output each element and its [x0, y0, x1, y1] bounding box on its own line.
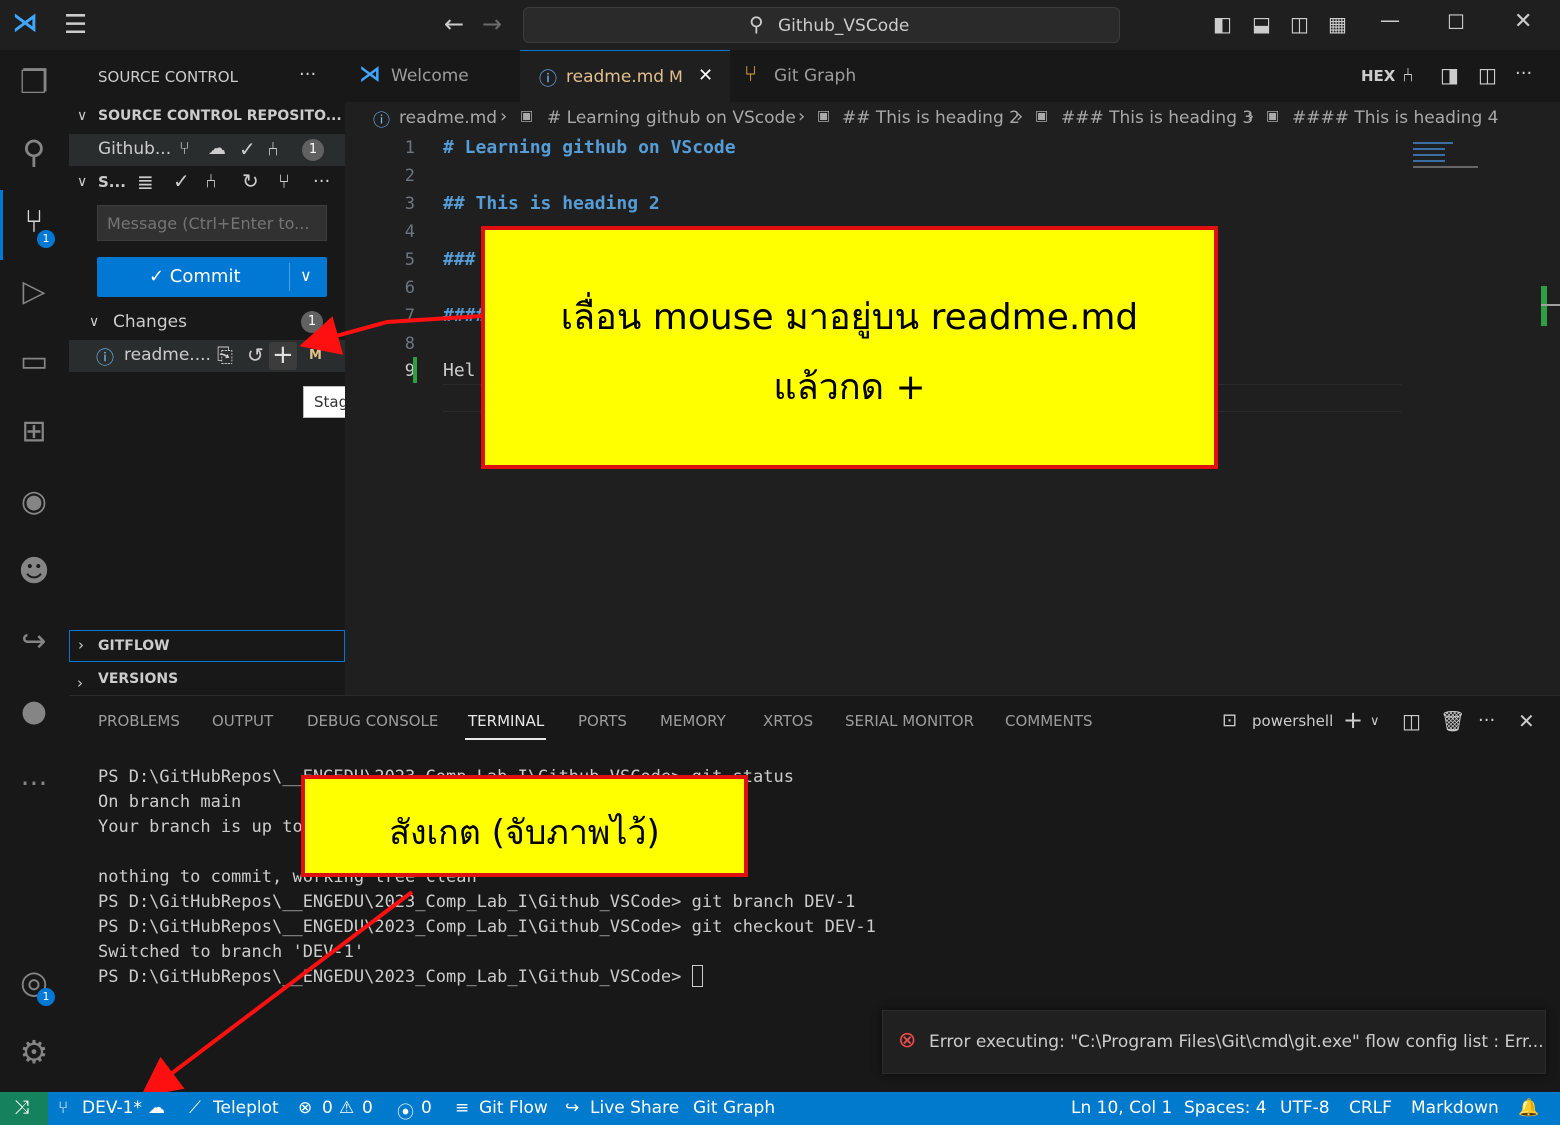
status-eol[interactable]: CRLF [1349, 1098, 1392, 1118]
teleplot-icon: ⟋ [189, 1098, 201, 1118]
status-encoding[interactable]: UTF-8 [1280, 1098, 1330, 1118]
status-warnings[interactable]: 0 [362, 1098, 373, 1118]
arrow-to-stage-button [299, 314, 483, 355]
arrow-to-branch-status [140, 890, 414, 1097]
branch-icon: ⑂ [58, 1098, 69, 1118]
status-language[interactable]: Markdown [1411, 1098, 1499, 1118]
liveshare-icon: ↪ [565, 1098, 580, 1118]
notifications-bell-icon[interactable]: 🔔 [1518, 1098, 1539, 1118]
status-teleplot[interactable]: Teleplot [213, 1098, 279, 1118]
annotation-arrows [140, 314, 483, 1097]
warning-icon: ⚠ [339, 1098, 355, 1118]
status-spaces[interactable]: Spaces: 4 [1184, 1098, 1267, 1118]
status-liveshare[interactable]: Live Share [590, 1098, 679, 1118]
ports-icon: ⦿ [397, 1103, 414, 1123]
status-ports[interactable]: 0 [421, 1098, 432, 1118]
remote-indicator[interactable]: ⤨ [0, 1092, 48, 1125]
remote-icon: ⤨ [14, 1096, 30, 1118]
status-gitgraph[interactable]: Git Graph [693, 1098, 775, 1118]
status-gitflow[interactable]: Git Flow [479, 1098, 548, 1118]
gitflow-icon: ≡ [455, 1098, 470, 1118]
status-errors[interactable]: 0 [322, 1098, 333, 1118]
error-count-icon: ⊗ [298, 1098, 313, 1118]
sync-cloud-icon[interactable]: ☁ [148, 1098, 165, 1118]
status-branch[interactable]: DEV-1* [82, 1098, 142, 1118]
status-position[interactable]: Ln 10, Col 1 [1071, 1098, 1172, 1118]
